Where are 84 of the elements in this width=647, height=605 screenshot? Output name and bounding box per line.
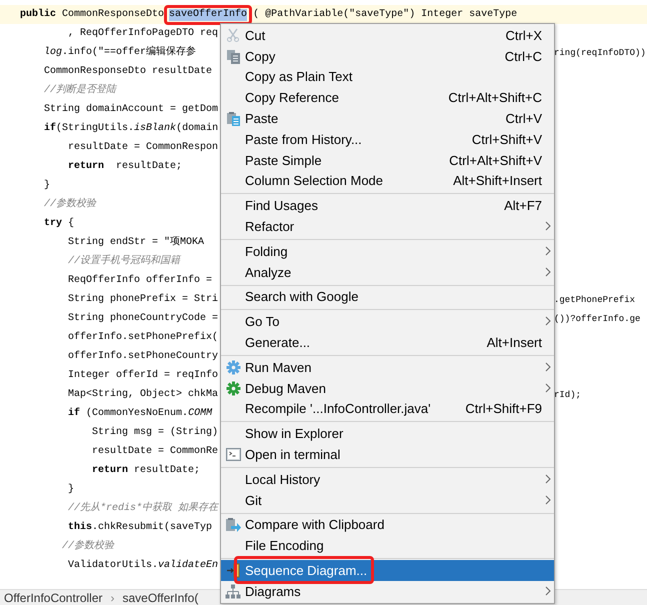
code-line: CommonResponseDto resultDate [43,66,212,78]
menu-item[interactable]: Git [221,490,554,511]
code-comment: //参数校验 [61,540,114,552]
gear-icon [226,360,240,375]
code-line: return resultDate; [67,160,182,172]
menu-item[interactable]: Local History [221,468,554,490]
code-line: resultDate = CommonRe [91,446,218,458]
shortcut-label: Ctrl+Alt+Shift+C [448,90,542,106]
shortcut-label: Alt+Insert [486,335,542,350]
menu-item[interactable]: Folding [221,240,554,262]
code-line: } [67,484,74,496]
code-line: String phoneCountryCode = [67,312,218,324]
code-line: } [43,180,50,192]
menu-item[interactable]: Paste from History... Ctrl+Shift+V [221,128,554,150]
code-line: offerInfo.setPhonePrefix( [67,332,218,344]
menu-item[interactable]: Compare with Clipboard [221,514,554,536]
shortcut-label: Ctrl+V [506,111,542,126]
shortcut-label: Ctrl+Shift+F9 [465,401,542,416]
code-line: String endStr = "项MOKA [67,236,204,248]
menu-item[interactable]: Show in Explorer [221,423,554,444]
selected-text: saveOfferInfo [169,8,248,20]
scissors-icon [226,28,240,42]
breadcrumb-item[interactable]: OfferInfoController [4,590,102,604]
menu-item[interactable]: Copy Ctrl+C [221,46,554,67]
code-line: ring(reqInfoDTO)) [554,46,646,58]
clipboard-arrow-icon [225,516,241,533]
gear-icon [226,380,240,396]
menu-item[interactable]: Copy Reference Ctrl+Alt+Shift+C [221,87,554,108]
hierarchy-icon [225,584,241,599]
shortcut-label: Alt+Shift+Insert [453,173,542,188]
code-line: , ReqOfferInfoPageDTO req [67,28,218,40]
menu-item[interactable]: Run Maven [221,356,554,378]
code-line: if(StringUtils.isBlank(domain [43,122,218,134]
code-line: ValidatorUtils.validateEn [67,560,218,572]
menu-item[interactable]: Copy as Plain Text [221,66,554,88]
code-line: ())?offerInfo.ge [554,312,640,324]
shortcut-label: Ctrl+X [506,28,542,43]
code-line: if (CommonYesNoEnum.COMM [67,408,212,420]
menu-item[interactable]: Generate... Alt+Insert [221,332,554,353]
menu-item[interactable]: Diagrams [221,580,554,602]
code-line: ReqOfferInfo offerInfo = [67,274,212,286]
shortcut-label: Ctrl+Shift+V [472,132,542,147]
menu-item[interactable]: Debug Maven [221,378,554,399]
code-line: offerInfo.setPhoneCountry [67,350,218,362]
code-comment: //先从*redis*中获取 如果存在 [67,502,218,514]
shortcut-label: Ctrl+Alt+Shift+V [449,152,542,168]
terminal-icon [226,448,240,462]
code-line: return resultDate; [91,464,200,476]
menu-item[interactable]: Go To [221,311,554,332]
menu-item[interactable]: Open in terminal [221,444,554,465]
code-comment: //参数校验 [43,198,96,210]
code-line: resultDate = CommonRespon [67,142,218,154]
code-line: try { [43,218,74,230]
code-line: String phonePrefix = Stri [67,294,218,306]
sequence-diagram-icon [226,563,240,578]
menu-item[interactable]: Refactor [221,216,554,237]
menu-item[interactable]: Paste Ctrl+V [221,108,554,129]
menu-item[interactable]: Cut Ctrl+X [221,25,554,46]
code-comment: //设置手机号冠码和国籍 [67,256,180,268]
code-comment: //判断是否登陆 [43,84,116,96]
code-line: String domainAccount = getDom [43,104,218,116]
menu-item[interactable]: Analyze [221,262,554,283]
menu-item[interactable]: Column Selection Mode Alt+Shift+Insert [221,170,554,192]
code-line: this.chkResubmit(saveTyp [67,522,212,534]
code-line: String msg = (String) [91,426,218,438]
copy-icon [226,48,240,64]
code-line: Map<String, Object> chkMa [67,388,218,400]
code-line: ( @PathVariable("saveType") Integer saveType [253,8,518,20]
menu-item[interactable]: Recompile '...InfoController.java' Ctrl+Shift+F9 [221,398,554,420]
menu-item[interactable]: Sequence Diagram... [221,560,554,581]
code-line: Integer offerId = reqInfo [67,370,218,382]
code-line: log.info("==offer编辑保存参 [43,46,196,58]
menu-item[interactable]: Search with Google [221,286,554,308]
menu-item[interactable]: File Encoding [221,535,554,556]
clipboard-icon [226,111,240,126]
menu-item[interactable]: Find Usages Alt+F7 [221,195,554,216]
shortcut-label: Alt+F7 [504,198,542,214]
code-line: rId); [554,388,582,400]
menu-item[interactable]: Paste Simple Ctrl+Alt+Shift+V [221,150,554,171]
breadcrumb-item[interactable]: saveOfferInfo( [122,590,198,604]
code-line: public CommonResponseDto [20,8,166,20]
code-line: .getPhonePrefix [554,294,636,306]
breadcrumb-separator: › [110,590,114,604]
shortcut-label: Ctrl+C [504,48,542,64]
